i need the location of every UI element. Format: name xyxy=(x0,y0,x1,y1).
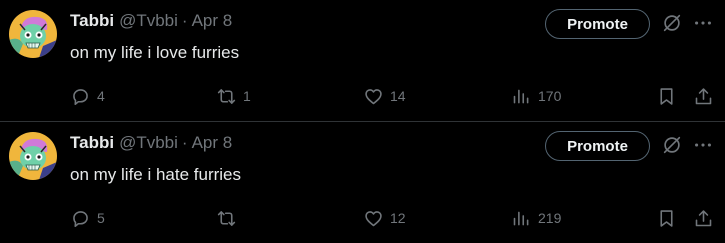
display-name[interactable]: Tabbi xyxy=(70,11,114,31)
tweet-date[interactable]: Apr 8 xyxy=(192,133,233,153)
views-icon xyxy=(513,89,529,103)
promote-button[interactable]: Promote xyxy=(545,131,650,161)
tweet-text: on my life i love furries xyxy=(70,43,240,62)
tweet-header: Tabbi @Tvbbi · Apr 8 xyxy=(70,9,232,33)
share-button[interactable] xyxy=(693,204,714,232)
reply-button[interactable]: 5 xyxy=(70,204,105,232)
display-name[interactable]: Tabbi xyxy=(70,133,114,153)
share-button[interactable] xyxy=(693,82,714,110)
grok-icon[interactable] xyxy=(661,134,683,156)
reply-icon xyxy=(73,88,88,105)
more-icon[interactable] xyxy=(692,12,714,34)
tweet-actions: 5 12 219 xyxy=(0,204,725,232)
like-count: 12 xyxy=(390,210,406,226)
avatar[interactable] xyxy=(9,10,57,58)
retweet-icon xyxy=(217,210,236,226)
views-icon xyxy=(513,211,529,225)
bookmark-icon xyxy=(660,87,673,105)
reply-icon xyxy=(73,210,88,227)
bookmark-button[interactable] xyxy=(656,82,677,110)
tweet-actions: 4 1 14 170 xyxy=(0,82,725,110)
tweet-date[interactable]: Apr 8 xyxy=(192,11,233,31)
like-button[interactable]: 12 xyxy=(363,204,406,232)
share-icon xyxy=(695,87,712,104)
view-count: 170 xyxy=(538,88,562,104)
retweet-button[interactable]: 1 xyxy=(216,82,251,110)
reply-button[interactable]: 4 xyxy=(70,82,105,110)
avatar[interactable] xyxy=(9,132,57,180)
promote-button[interactable]: Promote xyxy=(545,9,650,39)
heart-icon xyxy=(365,88,382,104)
like-button[interactable]: 14 xyxy=(363,82,406,110)
tweet-header: Tabbi @Tvbbi · Apr 8 xyxy=(70,131,232,155)
reply-count: 4 xyxy=(97,88,105,104)
more-icon[interactable] xyxy=(692,134,714,156)
retweet-count: 1 xyxy=(243,88,251,104)
tweet[interactable]: Tabbi @Tvbbi · Apr 8 on my life i love f… xyxy=(0,0,725,121)
grok-icon[interactable] xyxy=(661,12,683,34)
avatar-icon xyxy=(9,132,57,180)
avatar-icon xyxy=(9,10,57,58)
like-count: 14 xyxy=(390,88,406,104)
tweet-text: on my life i hate furries xyxy=(70,165,242,184)
separator: · xyxy=(181,133,188,152)
view-count: 219 xyxy=(538,210,562,226)
share-icon xyxy=(695,209,712,226)
user-handle[interactable]: @Tvbbi xyxy=(119,11,178,31)
bookmark-button[interactable] xyxy=(656,204,677,232)
user-handle[interactable]: @Tvbbi xyxy=(119,133,178,153)
separator: · xyxy=(181,11,188,30)
views-button[interactable]: 219 xyxy=(511,204,561,232)
heart-icon xyxy=(365,210,382,226)
bookmark-icon xyxy=(660,209,673,227)
views-button[interactable]: 170 xyxy=(511,82,561,110)
retweet-button[interactable] xyxy=(216,204,243,232)
reply-count: 5 xyxy=(97,210,105,226)
retweet-icon xyxy=(217,88,236,104)
tweet[interactable]: Tabbi @Tvbbi · Apr 8 on my life i hate f… xyxy=(0,122,725,243)
